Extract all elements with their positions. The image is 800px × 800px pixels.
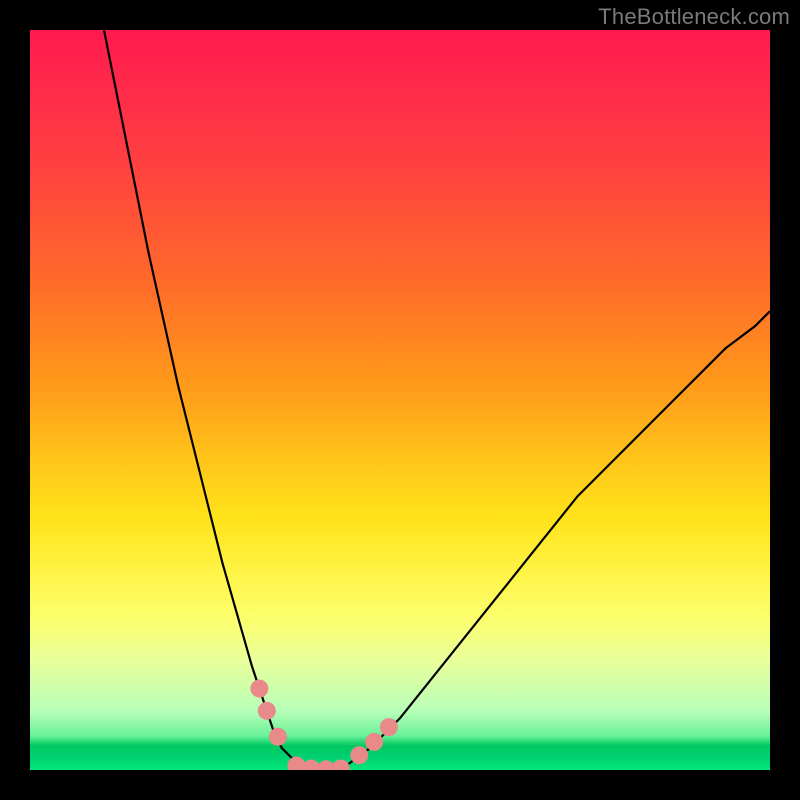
overlay-dot: [350, 746, 368, 764]
curves-layer: [30, 30, 770, 770]
chart-frame: TheBottleneck.com: [0, 0, 800, 800]
plot-area: [30, 30, 770, 770]
overlay-dot: [380, 718, 398, 736]
bottleneck-curve: [104, 30, 770, 770]
curve-right: [341, 311, 770, 768]
curve-left: [104, 30, 311, 768]
overlay-dot: [269, 728, 287, 746]
overlay-dot: [332, 760, 350, 770]
watermark-text: TheBottleneck.com: [598, 4, 790, 30]
overlay-dot: [258, 702, 276, 720]
overlay-dot: [250, 680, 268, 698]
overlay-dot: [365, 733, 383, 751]
